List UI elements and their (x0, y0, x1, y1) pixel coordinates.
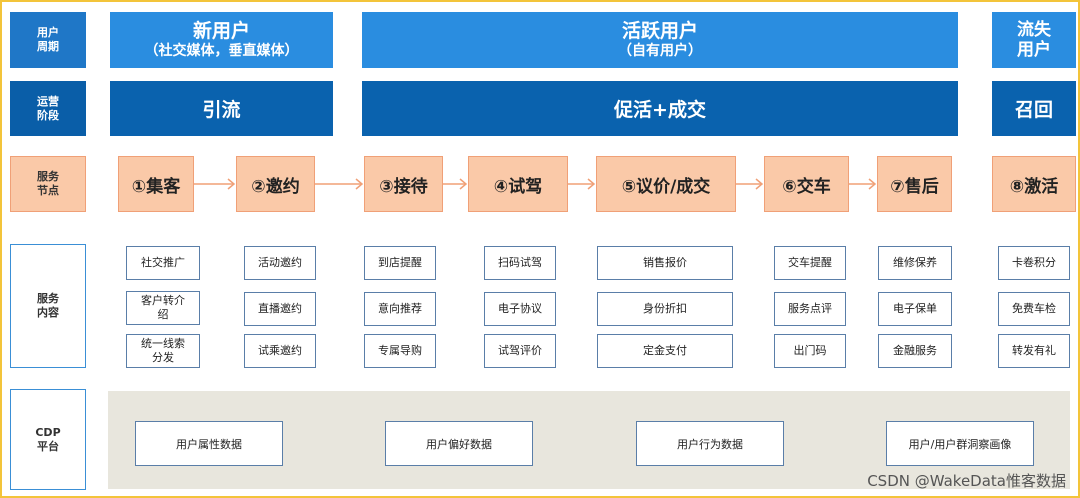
service-8-2-text: 免费车检 (1012, 302, 1056, 315)
service-5-2-text: 身份折扣 (643, 302, 687, 315)
cdp-item-insight: 用户/用户群洞察画像 (886, 421, 1034, 466)
service-4-1: 扫码试驾 (484, 246, 556, 280)
service-2-3-text: 试乘邀约 (258, 344, 302, 357)
service-8-1-text: 卡卷积分 (1012, 256, 1056, 269)
cdp-item-attributes: 用户属性数据 (135, 421, 283, 466)
service-1-1-text: 社交推广 (141, 256, 185, 269)
service-4-1-text: 扫码试驾 (498, 256, 542, 269)
service-4-3: 试驾评价 (484, 334, 556, 368)
service-5-2: 身份折扣 (597, 292, 733, 326)
service-8-1: 卡卷积分 (998, 246, 1070, 280)
service-3-1-text: 到店提醒 (378, 256, 422, 269)
service-1-2: 客户转介 绍 (126, 291, 200, 325)
service-6-3: 出门码 (774, 334, 846, 368)
service-2-2: 直播邀约 (244, 292, 316, 326)
service-5-3: 定金支付 (597, 334, 733, 368)
service-4-2-text: 电子协议 (498, 302, 542, 315)
service-3-1: 到店提醒 (364, 246, 436, 280)
service-5-1: 销售报价 (597, 246, 733, 280)
service-3-3-text: 专属导购 (378, 344, 422, 357)
service-7-3: 金融服务 (878, 334, 952, 368)
service-5-3-text: 定金支付 (643, 344, 687, 357)
service-3-3: 专属导购 (364, 334, 436, 368)
service-3-2: 意向推荐 (364, 292, 436, 326)
service-2-1: 活动邀约 (244, 246, 316, 280)
service-7-2-text: 电子保单 (893, 302, 937, 315)
service-7-1-text: 维修保养 (893, 256, 937, 269)
service-1-2-line2: 绍 (157, 308, 169, 321)
cdp-item-behavior: 用户行为数据 (636, 421, 784, 466)
service-4-2: 电子协议 (484, 292, 556, 326)
service-5-1-text: 销售报价 (643, 256, 687, 269)
service-7-2: 电子保单 (878, 292, 952, 326)
service-3-2-text: 意向推荐 (378, 302, 422, 315)
service-1-2-line1: 客户转介 (141, 294, 185, 307)
service-8-3-text: 转发有礼 (1012, 344, 1056, 357)
service-6-1-text: 交车提醒 (788, 256, 832, 269)
service-8-3: 转发有礼 (998, 334, 1070, 368)
service-2-1-text: 活动邀约 (258, 256, 302, 269)
service-1-3-line1: 统一线索 (141, 337, 185, 350)
service-6-1: 交车提醒 (774, 246, 846, 280)
service-1-3-line2: 分发 (152, 351, 174, 364)
service-6-2-text: 服务点评 (788, 302, 832, 315)
service-7-3-text: 金融服务 (893, 344, 937, 357)
service-2-2-text: 直播邀约 (258, 302, 302, 315)
service-2-3: 试乘邀约 (244, 334, 316, 368)
service-6-3-text: 出门码 (793, 344, 827, 357)
cdp-item-preferences: 用户偏好数据 (385, 421, 533, 466)
service-4-3-text: 试驾评价 (498, 344, 542, 357)
service-6-2: 服务点评 (774, 292, 846, 326)
service-7-1: 维修保养 (878, 246, 952, 280)
service-1-1: 社交推广 (126, 246, 200, 280)
watermark: CSDN @WakeData惟客数据 (867, 472, 1066, 490)
service-8-2: 免费车检 (998, 292, 1070, 326)
service-1-3: 统一线索 分发 (126, 334, 200, 368)
